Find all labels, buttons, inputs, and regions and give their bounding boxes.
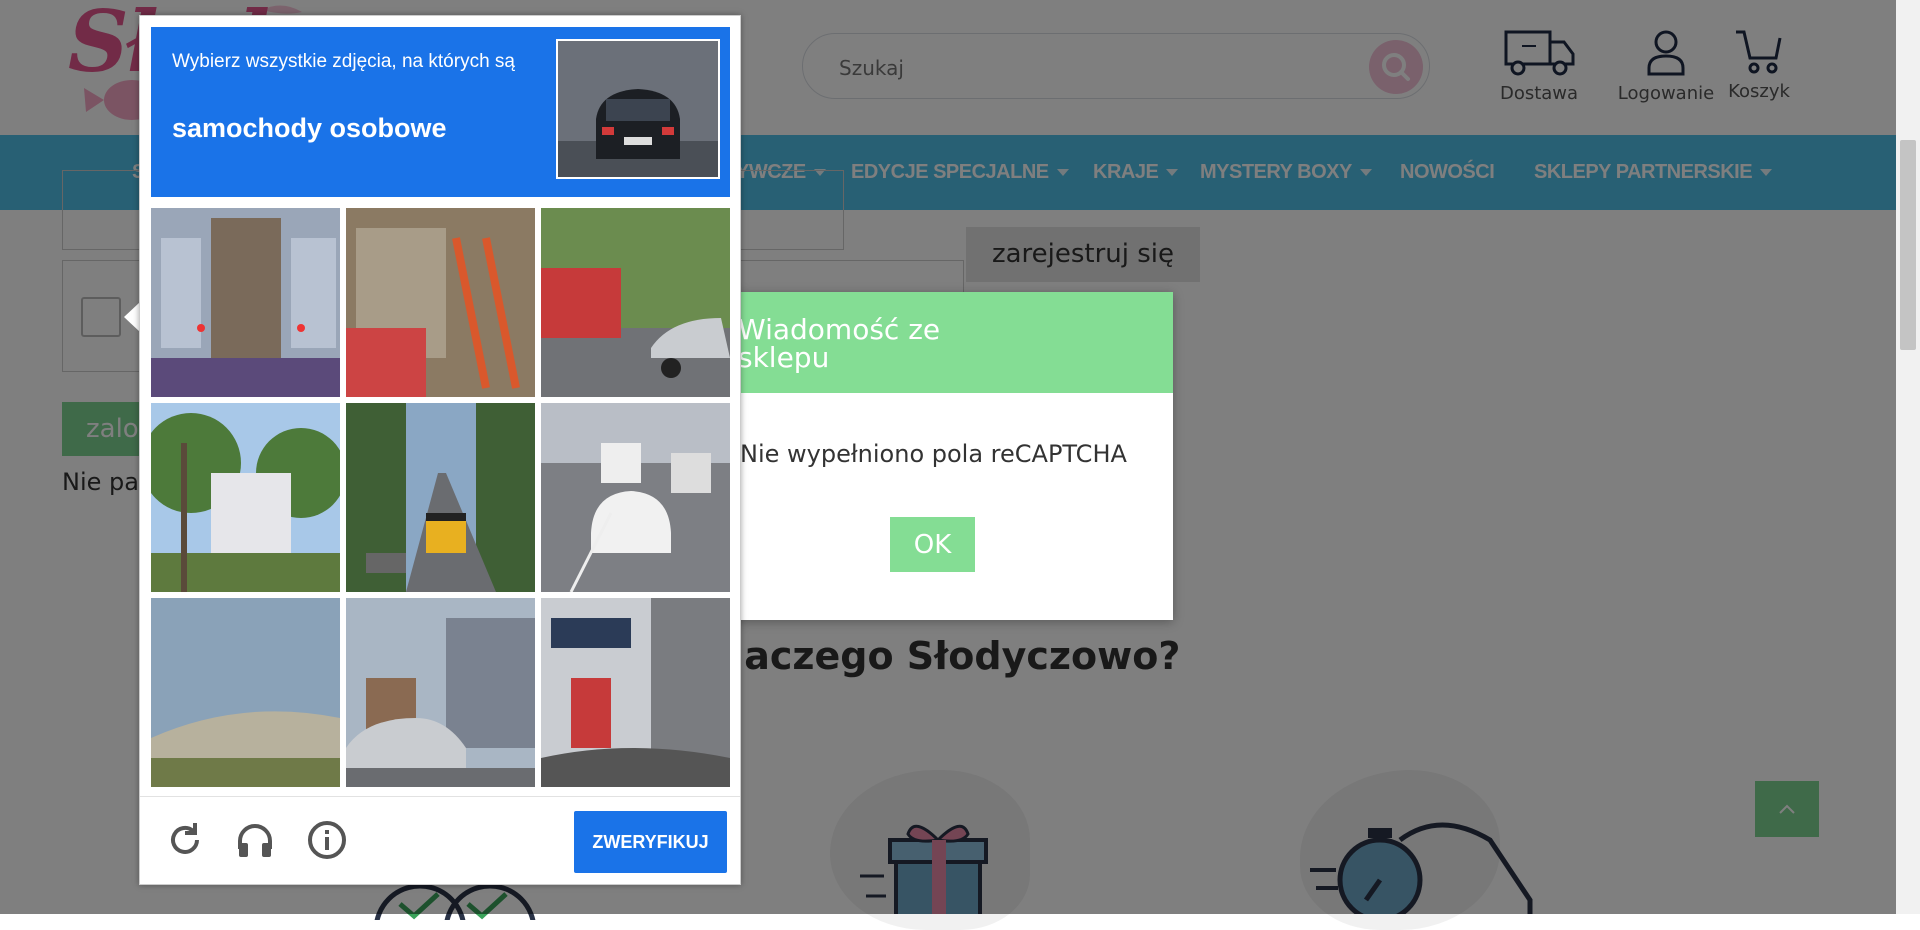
shop-message-dialog: Wiadomość ze sklepu Nie wypełniono pola … (706, 292, 1173, 620)
dialog-message: Nie wypełniono pola reCAPTCHA (740, 440, 1127, 468)
dialog-title: Wiadomość ze sklepu (738, 313, 941, 374)
info-icon (308, 821, 346, 859)
audio-challenge-button[interactable] (234, 819, 276, 861)
audio-challenge-icon (238, 824, 272, 857)
captcha-tile-3[interactable] (541, 208, 730, 397)
captcha-tile-5[interactable] (346, 403, 535, 592)
reload-button[interactable] (164, 819, 206, 861)
captcha-image-grid (151, 208, 730, 787)
captcha-target: samochody osobowe (172, 113, 447, 143)
scrollbar-thumb[interactable] (1900, 140, 1916, 350)
recaptcha-challenge: Wybierz wszystkie zdjęcia, na których są… (139, 15, 741, 885)
captcha-header: Wybierz wszystkie zdjęcia, na których są… (151, 27, 730, 197)
info-button[interactable] (306, 819, 348, 861)
captcha-tile-2[interactable] (346, 208, 535, 397)
verify-button[interactable]: ZWERYFIKUJ (574, 811, 727, 873)
scrollbar[interactable] (1896, 0, 1920, 914)
captcha-footer: ZWERYFIKUJ (140, 796, 740, 885)
reload-icon (171, 823, 199, 854)
captcha-tile-1[interactable] (151, 208, 340, 397)
dialog-header: Wiadomość ze sklepu (706, 292, 1173, 393)
captcha-tile-7[interactable] (151, 598, 340, 787)
captcha-prompt: Wybierz wszystkie zdjęcia, na których są (172, 51, 515, 72)
captcha-tile-8[interactable] (346, 598, 535, 787)
ok-button[interactable]: OK (890, 517, 975, 572)
captcha-tile-6[interactable] (541, 403, 730, 592)
captcha-tile-9[interactable] (541, 598, 730, 787)
captcha-example-image (556, 39, 720, 179)
captcha-pointer (124, 302, 140, 332)
captcha-tile-4[interactable] (151, 403, 340, 592)
